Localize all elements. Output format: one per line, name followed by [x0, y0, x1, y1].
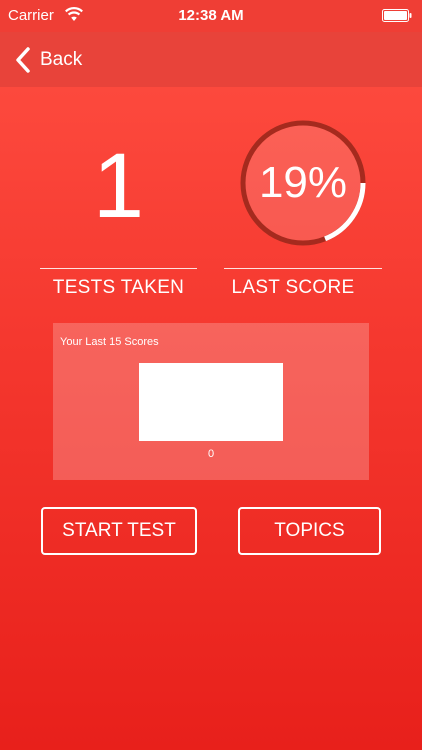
status-bar: Carrier 12:38 AM	[0, 0, 422, 32]
navigation-bar: Back	[0, 32, 422, 87]
scores-axis-label: 0	[207, 448, 215, 460]
last-scores-panel: Your Last 15 Scores 0	[53, 323, 369, 480]
topics-button[interactable]: TOPICS	[238, 507, 381, 555]
back-button[interactable]: Back	[14, 44, 82, 76]
scores-chart-area	[139, 363, 283, 441]
tests-taken-count: 1	[92, 135, 145, 237]
clock: 12:38 AM	[178, 7, 244, 24]
tests-taken-label: TESTS TAKEN	[52, 277, 185, 298]
chevron-left-icon	[16, 47, 30, 73]
start-test-button[interactable]: START TEST	[41, 507, 197, 555]
scores-panel-title: Your Last 15 Scores	[60, 336, 159, 348]
last-score-label: LAST SCORE	[231, 277, 355, 298]
battery-icon	[382, 9, 412, 22]
last-score-value: 19%	[258, 158, 348, 207]
divider-tests-taken	[40, 268, 197, 269]
divider-last-score	[224, 268, 382, 269]
back-label: Back	[40, 49, 83, 70]
